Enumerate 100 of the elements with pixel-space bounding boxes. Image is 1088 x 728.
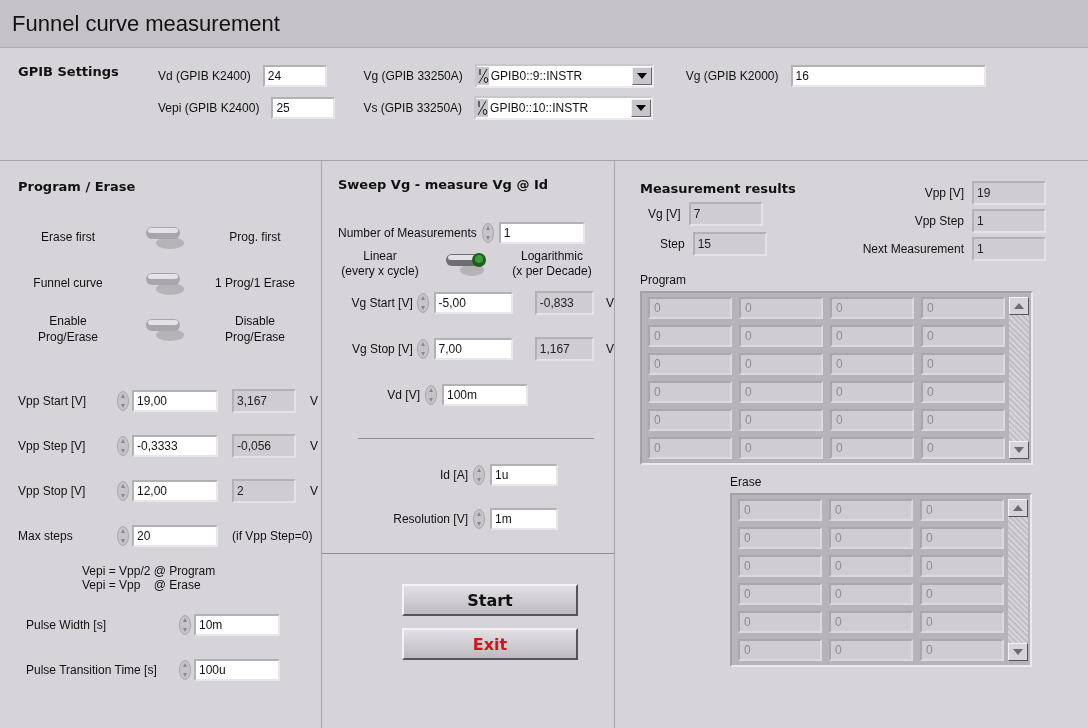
array-cell: 0 [921,297,1005,319]
array-cell: 0 [921,381,1005,403]
array-cell: 0 [829,527,913,549]
input-field[interactable]: 1m [490,508,558,530]
unit-label: V [310,483,318,498]
dropdown-value: GPIB0::9::INSTR [490,68,584,83]
scroll-up-button[interactable] [1009,297,1029,315]
value-indicator: 19 [972,181,1046,205]
array-cell: 0 [738,583,822,605]
value-indicator: 7 [688,202,763,226]
value-indicator: -0,056 [232,433,296,458]
increment-decrement-button[interactable] [480,222,495,244]
input-field[interactable]: 1 [498,222,585,244]
array-cell: 0 [829,555,913,577]
array-cell: 0 [738,555,822,577]
increment-decrement-button[interactable] [116,479,130,502]
array-cell: 0 [648,297,732,319]
array-cell: 0 [920,583,1004,605]
up-arrow-icon [1014,303,1024,309]
array-cell: 0 [921,409,1005,431]
field-label: Vg Start [V] [350,296,413,310]
unit-label: V [606,342,614,356]
caret-icon [636,72,647,79]
array-cell: 0 [829,611,913,633]
field-label: Pulse Transition Time [s] [26,662,158,677]
field-label: Vpp Step [V] [18,438,87,453]
switch-label: Erase first [40,229,96,245]
value-indicator: -0,833 [534,291,594,315]
field-label: Pulse Width [s] [26,617,108,632]
increment-decrement-button[interactable] [416,292,430,314]
caret-icon [636,104,647,111]
dropdown-arrow-button[interactable] [631,98,652,117]
array-cell: 0 [920,499,1004,521]
array-cell: 0 [830,381,914,403]
value-indicator: 1 [972,209,1046,233]
dropdown-arrow-button[interactable] [631,66,652,85]
switch-label: Disable Prog/Erase [224,313,286,345]
value-indicator: 1,167 [534,337,594,361]
up-arrow-icon [1013,505,1023,511]
increment-decrement-button[interactable] [116,524,130,547]
increment-decrement-button[interactable] [472,464,486,486]
input-field[interactable]: 12,00 [132,479,218,502]
increment-decrement-button[interactable] [178,658,192,681]
field-label: Vs (GPIB 33250A) [363,100,463,115]
field-label: Vg (GPIB K2000) [685,68,779,83]
scroll-down-button[interactable] [1008,643,1028,661]
array-cell: 0 [920,527,1004,549]
increment-decrement-button[interactable] [424,384,438,406]
formula-text: Vepi = Vpp @ Erase [82,578,202,592]
field-label: Vpp [V] [924,186,964,200]
input-field[interactable]: 100u [194,658,280,681]
array-cell: 0 [830,437,914,459]
array-cell: 0 [830,325,914,347]
formula-text: Vepi = Vpp/2 @ Program [82,564,217,578]
scrollbar[interactable] [1009,297,1029,459]
scroll-down-button[interactable] [1009,441,1029,459]
array-cell: 0 [739,409,823,431]
section-heading: Program / Erase [18,179,137,194]
field-label: Vpp Step [914,214,964,228]
switch-label: Enable Prog/Erase [37,313,99,345]
array-cell: 0 [738,611,822,633]
array-cell: 0 [830,353,914,375]
input-field[interactable]: -5,00 [433,292,513,314]
down-arrow-icon [1014,447,1024,453]
value-indicator: 15 [692,232,767,256]
section-heading: GPIB Settings [18,64,120,79]
input-field[interactable]: 10m [194,613,280,636]
input-field[interactable]: 1u [490,464,558,486]
section-heading: Sweep Vg - measure Vg @ Id [338,177,550,192]
field-label: Vg [V] [648,207,681,221]
increment-decrement-button[interactable] [116,434,130,457]
field-label: Next Measurement [862,242,964,256]
resource-dropdown[interactable]: GPIB0::9::INSTR [474,63,654,88]
input-field[interactable]: 100m [442,384,528,406]
scroll-up-button[interactable] [1008,499,1028,517]
array-cell: 0 [739,381,823,403]
field-label: Resolution [V] [392,512,468,526]
array-cell: 0 [648,325,732,347]
resource-dropdown[interactable]: GPIB0::10::INSTR [474,95,654,120]
array-cell: 0 [921,437,1005,459]
input-field[interactable]: 20 [132,524,218,547]
increment-decrement-button[interactable] [178,613,192,636]
array-cell: 0 [739,325,823,347]
scrollbar[interactable] [1008,499,1028,661]
start-button[interactable]: Start [402,584,578,616]
switch-label: Funnel curve [32,275,104,291]
increment-decrement-button[interactable] [116,389,130,412]
input-field[interactable]: 19,00 [132,389,218,412]
input-field[interactable]: 7,00 [433,338,513,360]
section-heading: Measurement results [640,181,796,196]
input-field[interactable]: -0,3333 [132,434,218,457]
increment-decrement-button[interactable] [472,508,486,530]
array-cell: 0 [829,639,913,661]
field-label: Id [A] [439,468,468,482]
input-field[interactable]: 25 [271,96,336,119]
array-label: Erase [730,475,762,489]
array-cell: 0 [829,583,913,605]
input-field[interactable]: 24 [262,64,327,87]
increment-decrement-button[interactable] [416,338,430,360]
input-field[interactable]: 16 [790,64,986,87]
